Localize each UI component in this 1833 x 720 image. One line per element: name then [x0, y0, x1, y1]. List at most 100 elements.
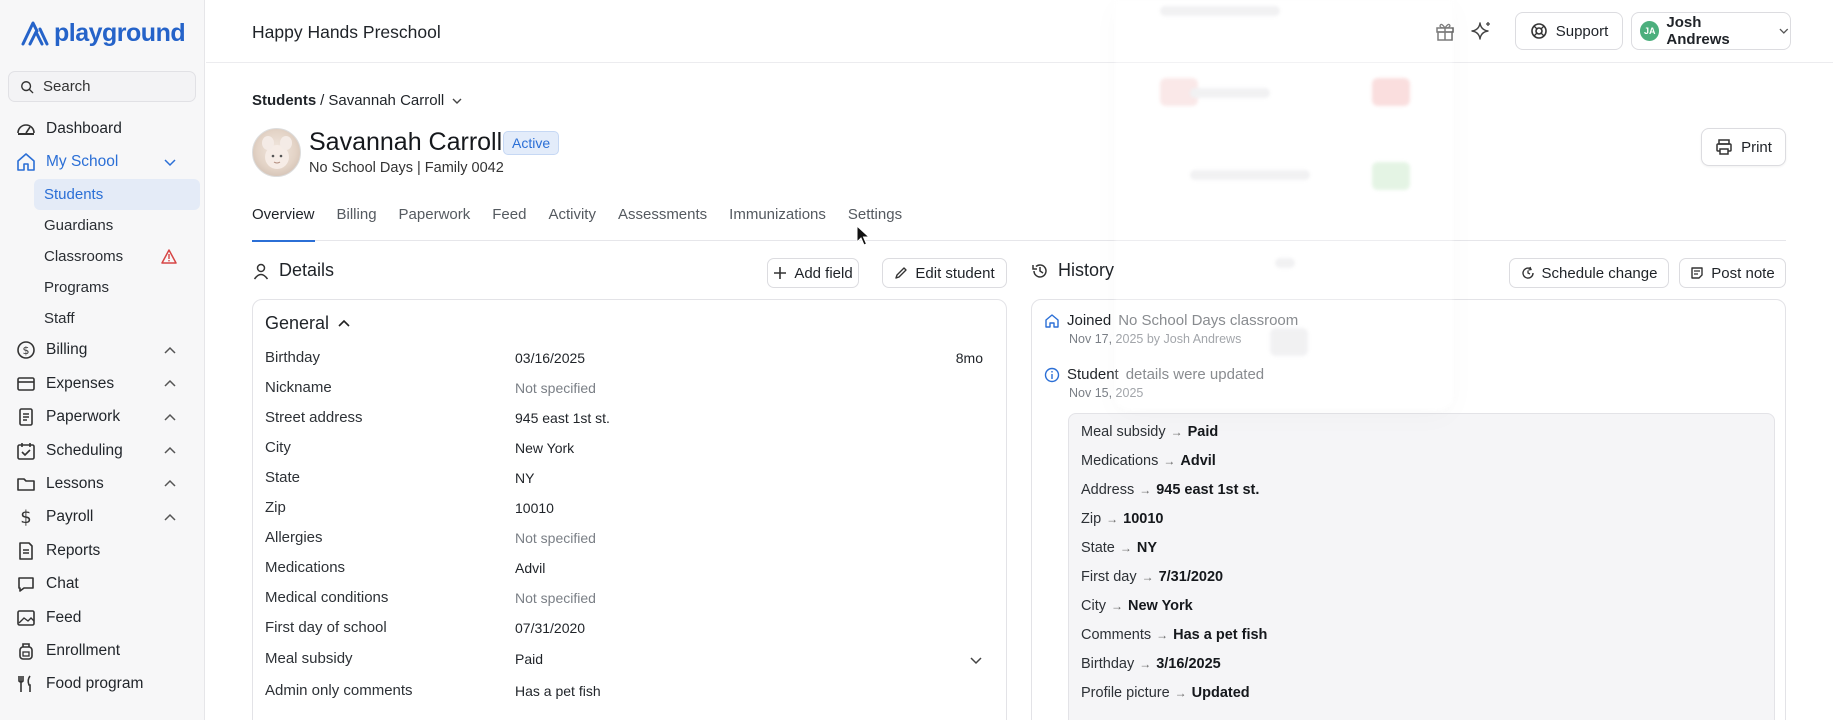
sidebar-item-billing[interactable]: $ Billing — [0, 334, 205, 367]
sidebar-item-label: Chat — [46, 575, 79, 593]
person-icon — [253, 263, 269, 279]
tab-feed[interactable]: Feed — [481, 204, 537, 241]
field-value[interactable]: 07/31/2020 — [515, 620, 585, 636]
field-value[interactable]: Has a pet fish — [515, 683, 601, 699]
tab-assessments[interactable]: Assessments — [607, 204, 718, 241]
sidebar-item-label: Scheduling — [46, 441, 123, 459]
sidebar-item-payroll[interactable]: $ Payroll — [0, 501, 205, 534]
sidebar-subitem-guardians[interactable]: Guardians — [0, 210, 205, 241]
sidebar-item-food-program[interactable]: Food program — [0, 668, 205, 701]
change-row: Address → 945 east 1st st. — [1081, 482, 1259, 498]
field-label: Street address — [265, 409, 363, 426]
general-section-toggle[interactable]: General — [265, 313, 351, 334]
change-field: Birthday — [1081, 656, 1135, 672]
chevron-up-icon[interactable] — [163, 477, 177, 491]
change-field: First day — [1081, 569, 1137, 585]
field-admin-only-comments: Admin only comments Has a pet fish — [265, 676, 995, 705]
arrow-right-icon: → — [1156, 628, 1169, 642]
change-field: City — [1081, 598, 1106, 614]
user-menu-button[interactable]: JA Josh Andrews — [1631, 12, 1791, 50]
change-field: Medications — [1081, 453, 1159, 469]
schedule-change-button[interactable]: Schedule change — [1509, 258, 1669, 288]
chevron-up-icon[interactable] — [163, 511, 177, 525]
dashboard-icon — [16, 119, 36, 139]
add-field-label: Add field — [794, 264, 853, 282]
student-subtitle: No School Days | Family 0042 — [309, 160, 504, 176]
tab-paperwork[interactable]: Paperwork — [388, 204, 482, 241]
field-value[interactable]: Not specified — [515, 590, 596, 606]
breadcrumb-separator: / — [320, 92, 325, 109]
field-value[interactable]: New York — [515, 440, 574, 456]
sidebar-item-feed[interactable]: Feed — [0, 601, 205, 634]
sidebar-item-enrollment[interactable]: Enrollment — [0, 634, 205, 667]
field-first-day-of-school: First day of school 07/31/2020 — [265, 613, 995, 642]
sparkle-icon[interactable] — [1471, 20, 1493, 42]
sidebar-item-label: Food program — [46, 675, 144, 693]
post-note-button[interactable]: Post note — [1679, 258, 1786, 288]
history-entry-title: Joined No School Days classroom — [1044, 312, 1298, 329]
support-label: Support — [1555, 22, 1609, 40]
field-value[interactable]: Not specified — [515, 530, 596, 546]
sidebar-item-expenses[interactable]: Expenses — [0, 367, 205, 400]
folder-icon — [16, 474, 36, 494]
history-entry: Student details were updated Nov 15, 202… — [1044, 366, 1264, 400]
field-state: State NY — [265, 463, 995, 492]
search-input[interactable]: Search — [8, 71, 196, 102]
sidebar-item-reports[interactable]: Reports — [0, 534, 205, 567]
field-value[interactable]: 10010 — [515, 500, 554, 516]
chevron-up-icon — [338, 319, 350, 327]
sidebar-subitem-students[interactable]: Students — [34, 178, 200, 210]
school-name: Happy Hands Preschool — [252, 22, 441, 42]
chevron-up-icon[interactable] — [163, 344, 177, 358]
chevron-down-icon[interactable] — [163, 155, 177, 169]
chevron-up-icon[interactable] — [163, 377, 177, 391]
breadcrumb-current[interactable]: Savannah Carroll — [328, 92, 444, 109]
history-entry-prefix: Joined — [1067, 312, 1112, 329]
student-avatar[interactable] — [252, 128, 301, 177]
field-zip: Zip 10010 — [265, 493, 995, 522]
sidebar-subitem-programs[interactable]: Programs — [0, 272, 205, 303]
field-label: Medical conditions — [265, 589, 389, 606]
sidebar-subitem-staff[interactable]: Staff — [0, 303, 205, 334]
field-value[interactable]: 945 east 1st st. — [515, 410, 610, 426]
change-field: Zip — [1081, 511, 1102, 527]
status-badge: Active — [503, 131, 560, 155]
sidebar-item-my-school[interactable]: My School — [0, 145, 205, 178]
tab-billing[interactable]: Billing — [326, 204, 388, 241]
sidebar-item-paperwork[interactable]: Paperwork — [0, 401, 205, 434]
field-value[interactable]: Not specified — [515, 380, 596, 396]
chevron-up-icon[interactable] — [163, 444, 177, 458]
sidebar-item-label: Paperwork — [46, 408, 121, 426]
field-value[interactable]: 03/16/2025 — [515, 350, 585, 366]
sidebar-item-chat[interactable]: Chat — [0, 568, 205, 601]
sidebar-item-lessons[interactable]: Lessons — [0, 467, 205, 500]
app-root: playground Search Dashboard My School St… — [0, 0, 1833, 720]
logo[interactable]: playground — [20, 18, 186, 48]
tab-overview[interactable]: Overview — [252, 204, 326, 242]
chevron-down-icon[interactable] — [451, 95, 463, 107]
topbar: Happy Hands Preschool Support JA Josh An… — [206, 0, 1833, 63]
sidebar-subitem-classrooms[interactable]: Classrooms — [0, 241, 205, 272]
sidebar-item-dashboard[interactable]: Dashboard — [0, 112, 205, 145]
details-title: Details — [279, 260, 335, 280]
sidebar-item-scheduling[interactable]: Scheduling — [0, 434, 205, 467]
arrow-right-icon: → — [1110, 599, 1123, 613]
edit-student-button[interactable]: Edit student — [882, 258, 1007, 288]
tab-settings[interactable]: Settings — [837, 204, 913, 241]
field-value[interactable]: NY — [515, 470, 534, 486]
tab-activity[interactable]: Activity — [537, 204, 607, 241]
tab-immunizations[interactable]: Immunizations — [718, 204, 837, 241]
gift-icon[interactable] — [1434, 20, 1456, 42]
field-value[interactable]: Advil — [515, 560, 545, 576]
print-button[interactable]: Print — [1701, 128, 1786, 166]
history-entry-meta: Nov 17, 2025 by Josh Andrews — [1069, 332, 1242, 346]
field-allergies: Allergies Not specified — [265, 523, 995, 552]
field-value[interactable]: Paid — [515, 651, 543, 667]
add-field-button[interactable]: Add field — [767, 258, 859, 288]
chevron-up-icon[interactable] — [163, 411, 177, 425]
breadcrumb-students-link[interactable]: Students — [252, 92, 316, 109]
chevron-down-icon[interactable] — [969, 653, 983, 667]
support-button[interactable]: Support — [1515, 12, 1623, 50]
sidebar-item-label: Reports — [46, 541, 101, 559]
history-entry: Joined No School Days classroom Nov 17, … — [1044, 312, 1298, 346]
